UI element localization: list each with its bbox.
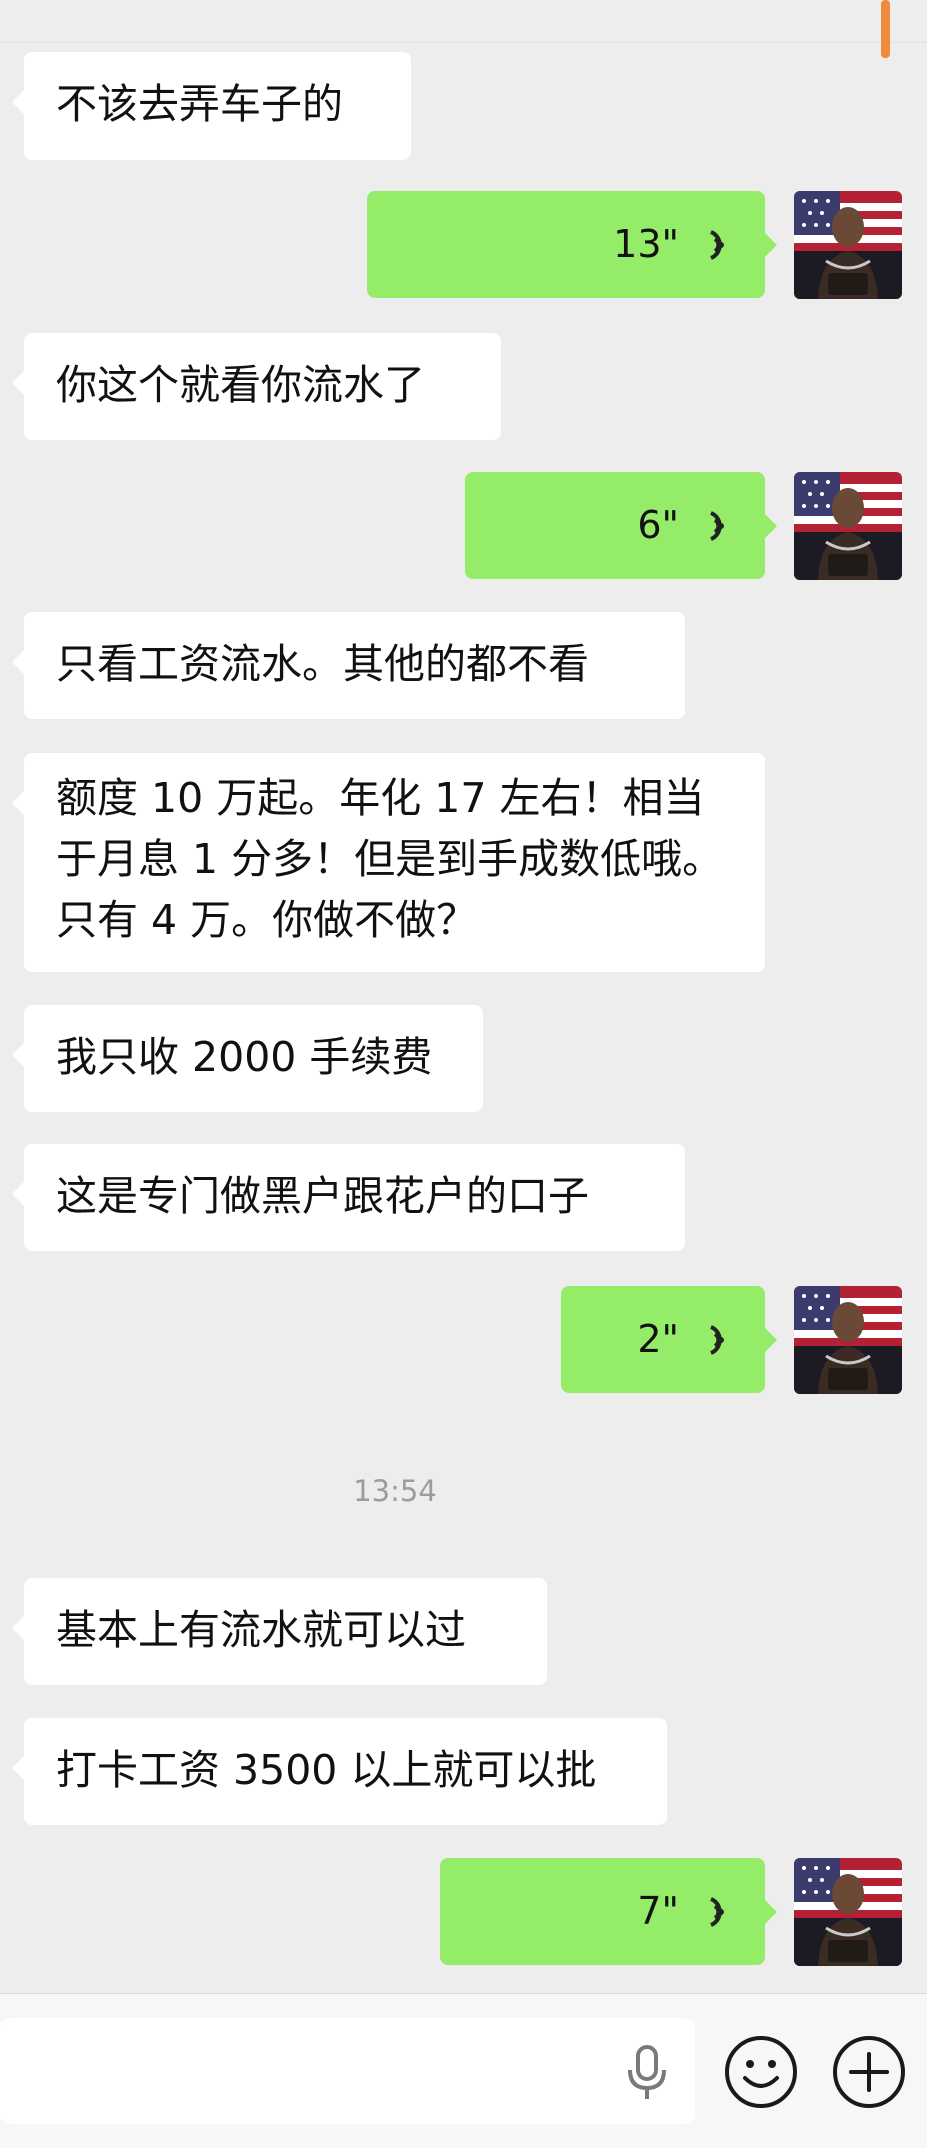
text-bubble[interactable]: 额度 10 万起。年化 17 左右！相当于月息 1 分多！但是到手成数低哦。只有… <box>12 753 765 972</box>
voice-duration: 6" <box>637 503 679 547</box>
emoji-icon[interactable] <box>723 2034 799 2110</box>
voice-duration: 7" <box>637 1889 679 1933</box>
message-text: 打卡工资 3500 以上就可以批 <box>56 1746 597 1794</box>
message-text: 额度 10 万起。年化 17 左右！相当于月息 1 分多！但是到手成数低哦。只有… <box>56 774 724 944</box>
top-divider <box>0 0 927 43</box>
message-text: 你这个就看你流水了 <box>56 361 425 409</box>
voice-wave-icon <box>710 1324 724 1355</box>
voice-wave-icon <box>710 1896 724 1927</box>
voice-wave-icon <box>710 229 724 260</box>
voice-bubble[interactable]: 2" <box>561 1286 777 1393</box>
input-bar <box>0 1993 927 2148</box>
voice-duration: 13" <box>613 222 679 266</box>
message-input[interactable] <box>0 2018 695 2124</box>
message-text: 这是专门做黑户跟花户的口子 <box>56 1172 589 1220</box>
text-bubble[interactable]: 基本上有流水就可以过 <box>12 1578 547 1685</box>
voice-bubble[interactable]: 13" <box>367 191 777 298</box>
scroll-indicator[interactable] <box>881 0 890 58</box>
text-bubble[interactable]: 我只收 2000 手续费 <box>12 1005 483 1112</box>
message-text: 我只收 2000 手续费 <box>56 1033 433 1081</box>
voice-wave-icon <box>710 510 724 541</box>
text-bubble[interactable]: 打卡工资 3500 以上就可以批 <box>12 1718 667 1825</box>
voice-bubble[interactable]: 6" <box>465 472 777 579</box>
avatar[interactable] <box>794 472 902 580</box>
message-text: 不该去弄车子的 <box>56 80 343 128</box>
avatar[interactable] <box>794 1858 902 1966</box>
voice-duration: 2" <box>637 1317 679 1361</box>
voice-bubble[interactable]: 7" <box>440 1858 777 1965</box>
text-bubble[interactable]: 不该去弄车子的 <box>12 52 411 160</box>
timestamp: 13:54 <box>353 1474 437 1508</box>
text-bubble[interactable]: 你这个就看你流水了 <box>12 333 501 440</box>
avatar[interactable] <box>794 191 902 299</box>
text-bubble[interactable]: 只看工资流水。其他的都不看 <box>12 612 685 719</box>
text-bubble[interactable]: 这是专门做黑户跟花户的口子 <box>12 1144 685 1251</box>
message-text: 基本上有流水就可以过 <box>56 1606 466 1654</box>
plus-icon[interactable] <box>831 2034 907 2110</box>
message-text: 只看工资流水。其他的都不看 <box>56 640 589 688</box>
microphone-icon[interactable] <box>625 2044 669 2102</box>
avatar[interactable] <box>794 1286 902 1394</box>
